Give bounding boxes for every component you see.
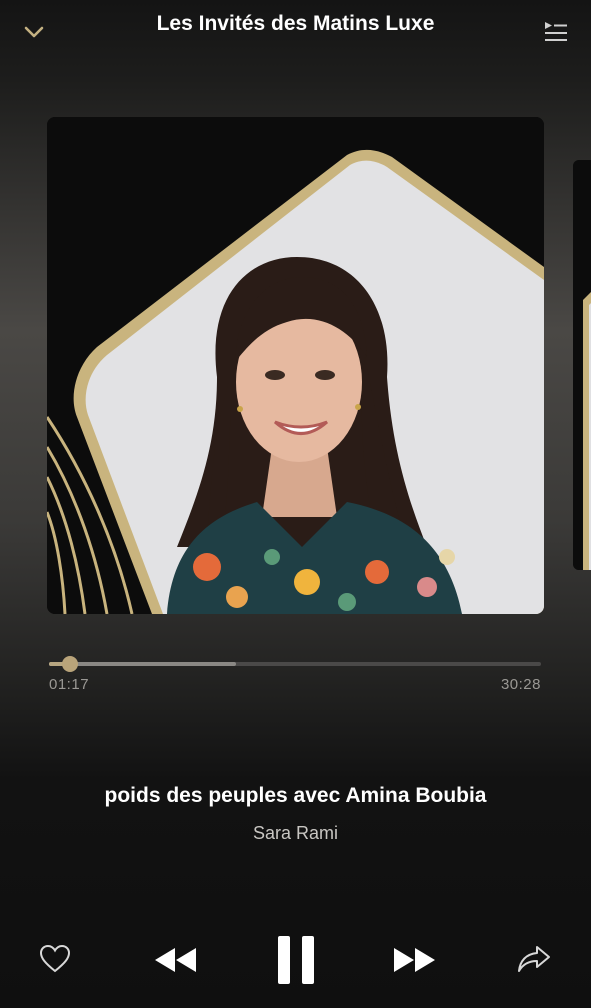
episode-artist[interactable]: Sara Rami bbox=[0, 823, 591, 844]
progress-knob[interactable] bbox=[61, 656, 78, 672]
fast-forward-button[interactable] bbox=[390, 940, 440, 980]
episode-title: poids des peuples avec Amina Boubia bbox=[104, 784, 487, 807]
next-artwork-image bbox=[573, 160, 591, 570]
current-time: 01:17 bbox=[49, 676, 90, 693]
rewind-button[interactable] bbox=[150, 940, 200, 980]
next-episode-preview[interactable] bbox=[573, 160, 591, 570]
podcast-title: Les Invités des Matins Luxe bbox=[156, 12, 435, 35]
total-time: 30:28 bbox=[500, 676, 541, 693]
share-icon bbox=[518, 946, 550, 972]
queue-list-icon bbox=[545, 22, 567, 41]
fast-forward-icon bbox=[394, 948, 435, 972]
pause-button[interactable] bbox=[270, 932, 322, 988]
artwork-image bbox=[47, 117, 544, 614]
like-button[interactable] bbox=[38, 942, 72, 976]
player-header: Les Invités des Matins Luxe bbox=[0, 0, 591, 60]
pause-icon bbox=[278, 936, 314, 984]
queue-button[interactable] bbox=[543, 20, 569, 46]
heart-icon bbox=[39, 944, 71, 973]
playback-controls bbox=[0, 930, 591, 990]
share-button[interactable] bbox=[515, 942, 553, 976]
episode-artwork[interactable] bbox=[47, 117, 544, 614]
rewind-icon bbox=[155, 948, 196, 972]
playback-progress-slider[interactable] bbox=[49, 656, 541, 672]
